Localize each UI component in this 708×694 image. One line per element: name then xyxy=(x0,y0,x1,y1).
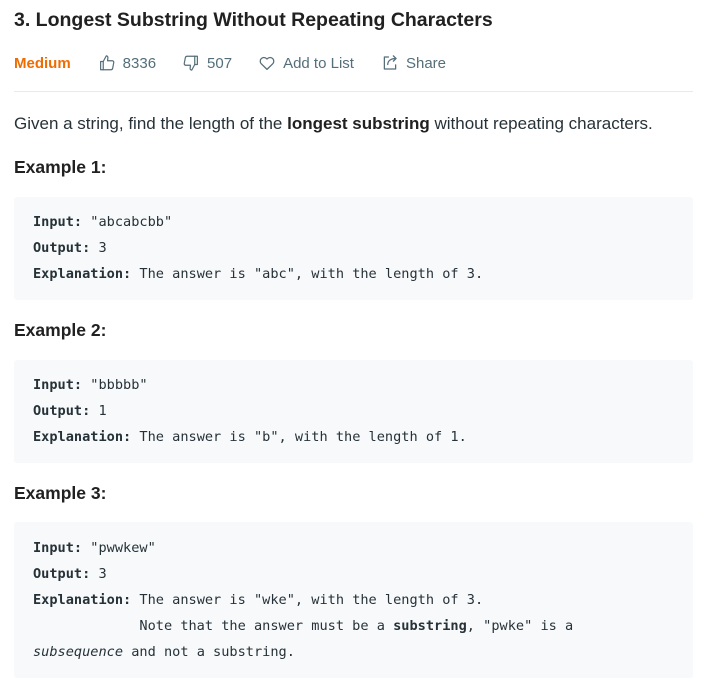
example-3-output-line: Output: 3 xyxy=(33,565,107,583)
note-italic-term: subsequence xyxy=(33,644,124,660)
example-1-input-line: Input: "abcabcbb" xyxy=(33,213,172,231)
input-label: Input: xyxy=(33,540,83,556)
example-3-title: Example 3: xyxy=(14,483,107,503)
explanation-value: The answer is "wke", with the length of … xyxy=(131,592,484,608)
heart-icon xyxy=(258,54,276,72)
statement-emphasis: longest substring xyxy=(287,114,430,133)
note-prefix: Note that the answer must be a xyxy=(33,618,394,634)
example-3-input-line: Input: "pwwkew" xyxy=(33,539,156,557)
input-value: "abcabcbb" xyxy=(82,214,173,230)
problem-statement: Given a string, find the length of the l… xyxy=(14,114,653,134)
output-label: Output: xyxy=(33,566,91,582)
add-to-list-label: Add to List xyxy=(283,54,354,72)
example-1-code: Input: "abcabcbb" Output: 3 Explanation:… xyxy=(14,197,693,300)
note-mid: , "pwke" is a xyxy=(466,618,574,634)
example-1-explanation-line: Explanation: The answer is "abc", with t… xyxy=(33,265,483,283)
statement-text: Given a string, find the length of the xyxy=(14,114,288,133)
divider xyxy=(14,91,693,92)
dislike-count: 507 xyxy=(207,54,233,72)
output-value: 3 xyxy=(90,240,107,256)
output-label: Output: xyxy=(33,403,91,419)
problem-meta-bar: Medium 8336 507 Add to List Share xyxy=(14,51,446,75)
output-value: 3 xyxy=(90,566,107,582)
add-to-list-button[interactable]: Add to List xyxy=(258,54,354,72)
example-3-note-line: Note that the answer must be a substring… xyxy=(33,617,573,635)
share-label: Share xyxy=(405,54,446,72)
problem-title: 3. Longest Substring Without Repeating C… xyxy=(14,9,493,31)
like-count: 8336 xyxy=(122,54,157,72)
input-value: "bbbbb" xyxy=(82,377,148,393)
example-2-title: Example 2: xyxy=(14,320,107,340)
example-3-explanation-line: Explanation: The answer is "wke", with t… xyxy=(33,591,483,609)
explanation-value: The answer is "abc", with the length of … xyxy=(131,266,484,282)
example-3-note-line-2: subsequence and not a substring. xyxy=(33,643,295,661)
example-2-output-line: Output: 1 xyxy=(33,402,107,420)
thumbs-up-icon xyxy=(98,54,116,72)
input-value: "pwwkew" xyxy=(82,540,156,556)
output-value: 1 xyxy=(90,403,107,419)
example-2-code: Input: "bbbbb" Output: 1 Explanation: Th… xyxy=(14,360,693,463)
example-3-code: Input: "pwwkew" Output: 3 Explanation: T… xyxy=(14,522,693,678)
example-1-title: Example 1: xyxy=(14,157,107,177)
input-label: Input: xyxy=(33,377,83,393)
example-2-explanation-line: Explanation: The answer is "b", with the… xyxy=(33,428,467,446)
explanation-label: Explanation: xyxy=(33,429,132,445)
example-2-input-line: Input: "bbbbb" xyxy=(33,376,148,394)
share-icon xyxy=(381,54,399,72)
example-1-output-line: Output: 3 xyxy=(33,239,107,257)
explanation-label: Explanation: xyxy=(33,266,132,282)
explanation-label: Explanation: xyxy=(33,592,132,608)
statement-text-end: without repeating characters. xyxy=(429,114,653,133)
note-suffix: and not a substring. xyxy=(123,644,295,660)
output-label: Output: xyxy=(33,240,91,256)
note-bold-term: substring xyxy=(393,618,467,634)
thumbs-down-icon xyxy=(182,54,200,72)
problem-description-panel: 3. Longest Substring Without Repeating C… xyxy=(0,0,708,694)
dislike-button[interactable]: 507 xyxy=(182,54,232,72)
difficulty-label: Medium xyxy=(14,54,71,72)
input-label: Input: xyxy=(33,214,83,230)
like-button[interactable]: 8336 xyxy=(98,54,156,72)
share-button[interactable]: Share xyxy=(381,54,446,72)
explanation-value: The answer is "b", with the length of 1. xyxy=(131,429,467,445)
